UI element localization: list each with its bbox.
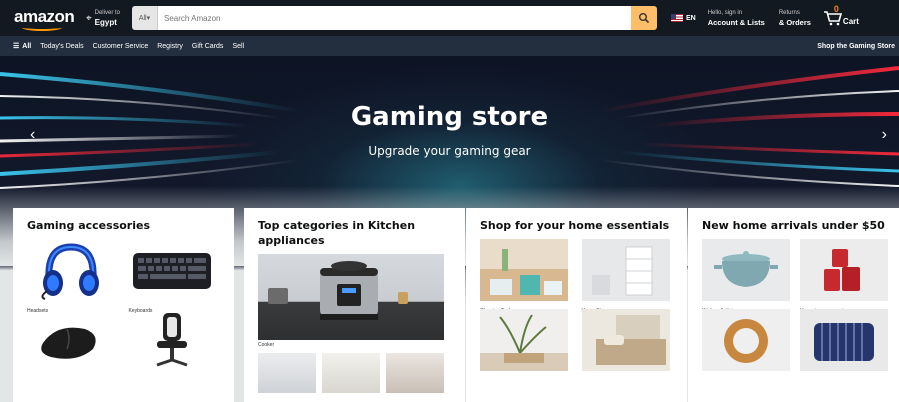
blender-image[interactable] [386,353,444,393]
nav-promo-link[interactable]: Shop the Gaming Store [817,43,895,50]
nav-item-sell[interactable]: Sell [232,43,244,50]
orders-label: & Orders [778,18,811,27]
language-label: EN [685,14,696,22]
cart-label: Cart [842,17,859,26]
account-lists-label: Account & Lists [707,18,765,27]
dutch-oven-image [702,239,790,301]
card-title[interactable]: Shop for your home essentials [480,218,673,233]
deliver-label: Deliver to [94,10,120,16]
search-button[interactable] [630,6,657,30]
us-flag-icon [670,14,683,22]
hero-subtitle: Upgrade your gaming gear [368,144,531,158]
pressure-cooker-image [268,261,408,320]
all-menu-label: All [22,42,32,50]
tile-home-storage[interactable]: Home Storage [581,239,674,314]
pillow-image [800,309,888,371]
mouse-image [41,327,96,359]
deliver-to-location[interactable]: ⌖ Deliver to Egypt [86,9,120,27]
search-input[interactable] [157,6,631,30]
card-title[interactable]: Gaming accessories [27,218,220,233]
cart-button[interactable]: 0 Cart [823,4,859,26]
secondary-nav: ☰ All Today's Deals Customer Service Reg… [0,36,899,56]
bedding-image [581,309,670,371]
nav-item-registry[interactable]: Registry [157,43,183,50]
card-title[interactable]: New home arrivals under $50 [702,218,885,233]
nav-item-gift-cards[interactable]: Gift Cards [192,43,224,50]
tile-cleaning-tools[interactable]: Cleaning Tools [480,239,572,314]
search-icon [638,13,650,24]
tile-pillow[interactable] [800,309,888,377]
headset-image [41,243,99,300]
tile-caption: Cooker [258,342,275,348]
cart-icon [823,11,842,26]
mirror-image [702,309,790,371]
card-new-home-arrivals: New home arrivals under $50 Kitchen & di… [688,208,899,402]
chevron-down-icon: ▾ [146,15,151,22]
all-menu-button[interactable]: ☰ All [13,42,32,51]
tile-mirror[interactable] [702,309,790,377]
language-selector[interactable]: EN [670,14,696,22]
deliver-country: Egypt [94,18,117,27]
greeting-label: Hello, sign in [707,10,743,16]
returns-and-orders[interactable]: Returns & Orders [779,9,811,27]
card-title[interactable]: Top categories in Kitchen appliances [258,218,451,248]
location-pin-icon: ⌖ [86,12,92,24]
home-decor-image [480,309,568,371]
nav-item-customer-service[interactable]: Customer Service [93,43,149,50]
hero-title: Gaming store [350,102,549,132]
tile-kitchen-dining[interactable]: Kitchen & dining [702,239,790,314]
card-kitchen-appliances: Top categories in Kitchen appliances Coo… [244,208,465,402]
tile-mouse[interactable] [27,309,119,377]
cart-count: 0 [833,4,839,14]
card-gaming-accessories: Gaming accessories Headsets Keyboards [13,208,234,402]
coffee-maker-image[interactable] [258,353,316,393]
hamburger-icon: ☰ [13,43,20,50]
tile-keyboards[interactable]: Keyboards [129,239,221,314]
home-storage-image [581,239,670,301]
chair-image [156,313,187,367]
search-category-label: All [138,14,147,22]
card-home-essentials: Shop for your home essentials Cleaning T… [466,208,687,402]
cleaning-tools-image [480,239,568,301]
keyboard-image [132,253,211,289]
category-thumbnail-row [258,353,451,393]
search-bar: All ▾ [131,6,657,30]
nav-item-todays-deals[interactable]: Today's Deals [40,43,83,50]
tile-home-decor[interactable] [480,309,572,377]
category-main-tile[interactable] [258,254,444,340]
canisters-image [800,239,888,301]
amazon-logo[interactable]: amazon [14,4,76,32]
account-and-lists[interactable]: Hello, sign in Account & Lists [708,9,765,27]
kitchen-appliance-image[interactable] [322,353,380,393]
logo-smile-icon [22,24,62,31]
returns-label: Returns [778,10,800,16]
tile-bedding[interactable] [581,309,674,377]
tile-home-improvement[interactable]: Home improvement [800,239,888,314]
tile-chair[interactable] [129,309,221,377]
tile-headsets[interactable]: Headsets [27,239,119,314]
search-category-dropdown[interactable]: All ▾ [131,6,158,30]
top-header: amazon ⌖ Deliver to Egypt All▾ EN Hello,… [0,0,899,36]
